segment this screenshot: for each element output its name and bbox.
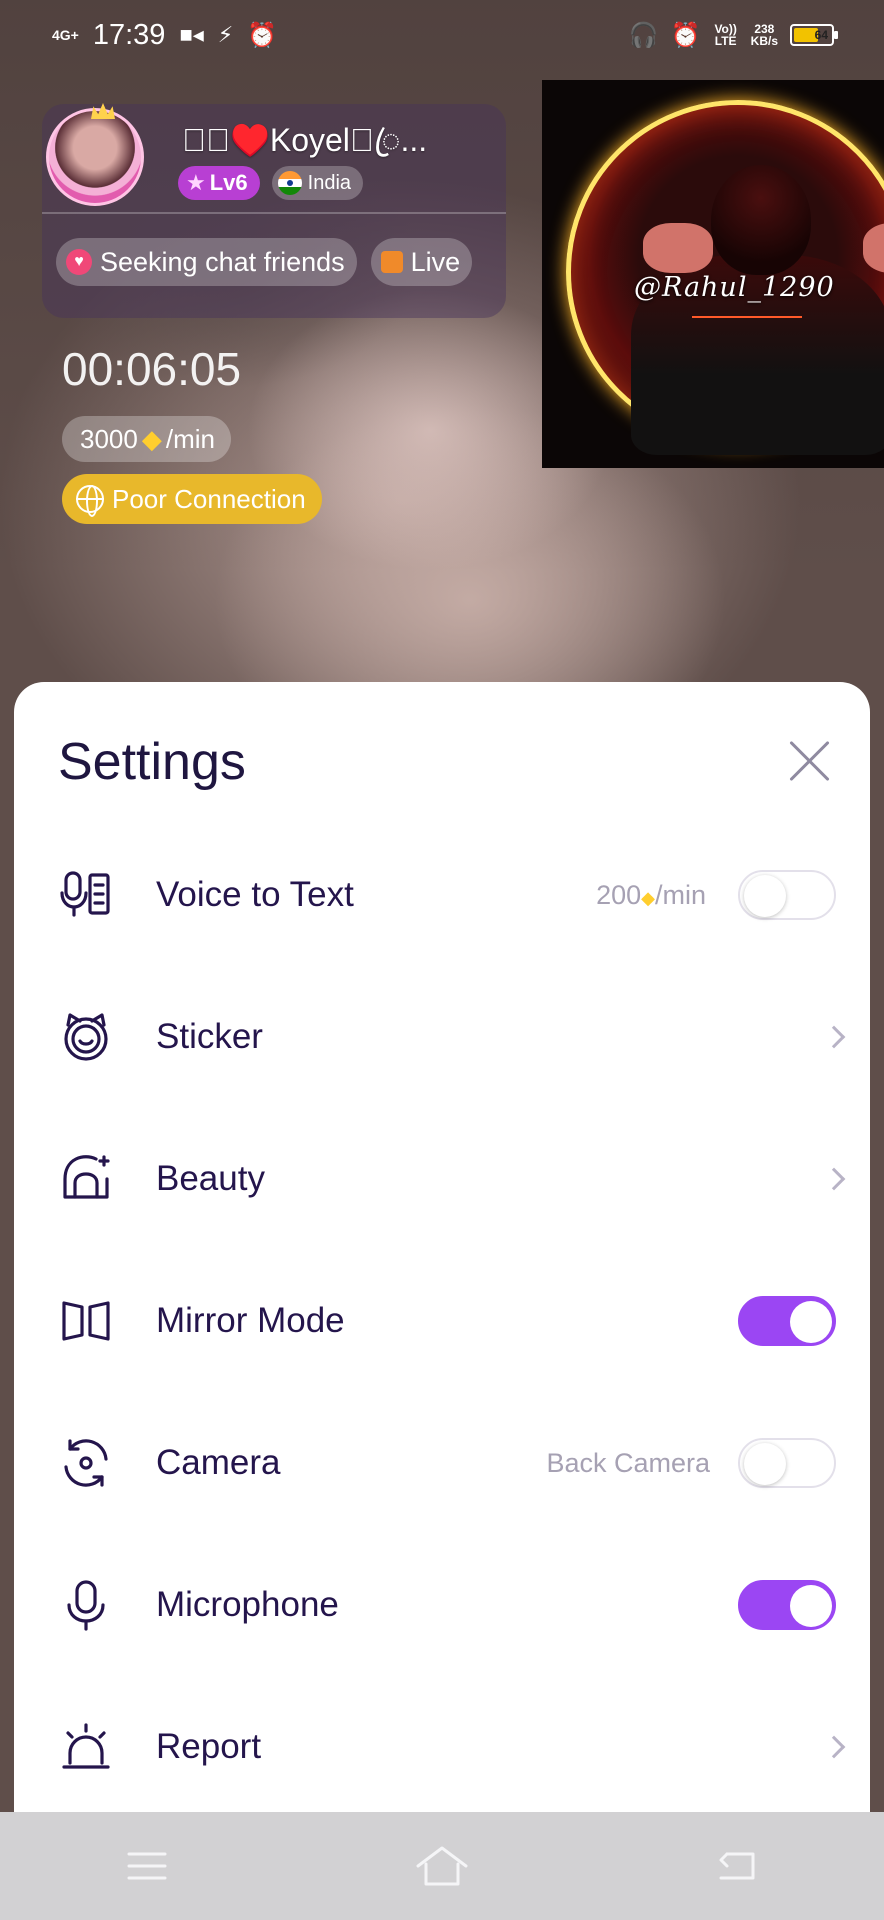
tag-label: Live — [410, 246, 461, 277]
settings-title: Settings — [58, 733, 246, 791]
caller-profile-card[interactable]: ꦿ⃝♥️Koyel⃝ꦿ... ★ Lv6 India ♥ Seeking cha… — [42, 103, 506, 318]
voice-to-text-price: 200◆/min — [596, 880, 706, 911]
row-label: Sticker — [156, 1017, 263, 1056]
country-label: India — [307, 171, 352, 194]
pip-underline — [692, 316, 802, 318]
row-label: Voice to Text — [156, 875, 354, 914]
mirror-icon — [60, 1295, 112, 1347]
menu-icon[interactable] — [117, 1836, 177, 1896]
row-label: Microphone — [156, 1585, 339, 1624]
row-label: Report — [156, 1727, 262, 1766]
local-video-pip[interactable]: @Rahul_1290 — [542, 80, 884, 468]
crown-icon — [91, 103, 115, 119]
volte-indicator: Vo)) LTE — [714, 22, 737, 48]
network-type: 4G+ — [52, 27, 79, 43]
camera-selection: Back Camera — [546, 1447, 710, 1478]
settings-row-camera[interactable]: Camera Back Camera — [14, 1392, 870, 1534]
diamond-icon: ◆ — [641, 887, 655, 908]
settings-row-microphone[interactable]: Microphone — [14, 1534, 870, 1676]
headphones-icon: 🎧 — [628, 21, 659, 49]
sticker-icon — [60, 1011, 112, 1063]
level-badge: ★ Lv6 — [178, 166, 260, 200]
tag-live: Live — [370, 238, 473, 286]
row-label: Mirror Mode — [156, 1301, 345, 1340]
back-icon[interactable] — [707, 1836, 767, 1896]
live-icon — [380, 251, 403, 273]
country-badge: India — [271, 166, 364, 200]
diamond-icon: ◆ — [141, 423, 162, 454]
home-icon[interactable] — [412, 1836, 472, 1896]
caller-tags: ♥ Seeking chat friends Live — [56, 238, 496, 286]
price-unit: /min — [654, 879, 706, 910]
camera-switch-icon — [60, 1437, 112, 1489]
flash-icon: ⚡ — [217, 22, 234, 47]
camera-toggle[interactable] — [738, 1438, 836, 1488]
chevron-right-icon — [822, 1735, 846, 1759]
chevron-right-icon — [822, 1167, 846, 1191]
india-flag-icon — [277, 171, 302, 195]
globe-icon — [76, 485, 104, 517]
card-divider — [42, 212, 506, 214]
network-speed: 238 KB/s — [751, 23, 778, 47]
caller-badges: ★ Lv6 India — [178, 166, 364, 200]
tag-seeking-chat-friends: ♥ Seeking chat friends — [56, 238, 357, 286]
price-value: 200 — [596, 879, 642, 910]
caller-avatar[interactable] — [46, 103, 144, 206]
settings-row-mirror-mode[interactable]: Mirror Mode — [14, 1250, 870, 1392]
rate-unit: /min — [165, 423, 215, 454]
system-navigation-bar — [0, 1812, 884, 1920]
voice-to-text-icon — [60, 869, 112, 921]
toggle-knob — [744, 875, 786, 917]
row-label: Beauty — [156, 1159, 265, 1198]
tag-label: Seeking chat friends — [100, 246, 345, 277]
pip-handle-text: @Rahul_1290 — [634, 272, 835, 303]
close-icon[interactable] — [786, 738, 832, 784]
microphone-icon — [60, 1579, 112, 1631]
battery-icon: 64 — [790, 24, 838, 46]
settings-row-report[interactable]: Report — [14, 1676, 870, 1818]
chevron-right-icon — [822, 1025, 846, 1049]
connection-status-badge: Poor Connection — [62, 474, 322, 524]
call-rate: 3000 ◆ /min — [62, 416, 231, 462]
figure-hand-right — [863, 223, 884, 273]
star-icon: ★ — [186, 170, 206, 195]
toggle-knob — [790, 1301, 832, 1343]
row-label: Camera — [156, 1443, 281, 1482]
toggle-knob — [790, 1585, 832, 1627]
settings-row-voice-to-text[interactable]: Voice to Text 200◆/min — [14, 824, 870, 966]
rate-value: 3000 — [80, 423, 138, 454]
level-label: Lv6 — [209, 170, 248, 195]
mirror-mode-toggle[interactable] — [738, 1296, 836, 1346]
call-timer: 00:06:05 — [62, 343, 242, 395]
network-speed-unit: KB/s — [750, 34, 778, 48]
figure-hand-left — [643, 223, 713, 273]
status-bar: 4G+ 17:39 ■◂ ⚡ ⏰ 🎧 ⏰ Vo)) LTE 238 KB/s 6… — [0, 0, 884, 70]
alarm-icon: ⏰ — [247, 21, 278, 49]
battery-level: 64 — [814, 28, 828, 42]
status-time: 17:39 — [92, 18, 166, 51]
figure-head — [711, 165, 811, 275]
heart-icon: ♥ — [66, 249, 92, 275]
voice-to-text-toggle[interactable] — [738, 870, 836, 920]
video-icon: ■◂ — [179, 22, 204, 47]
report-alarm-icon — [60, 1721, 112, 1773]
settings-sheet: Settings Voice to Text 200◆/min Sticker … — [14, 682, 870, 1812]
connection-status-label: Poor Connection — [112, 483, 306, 514]
alarm-icon: ⏰ — [670, 21, 701, 49]
beauty-icon — [60, 1153, 112, 1205]
settings-row-beauty[interactable]: Beauty — [14, 1108, 870, 1250]
microphone-toggle[interactable] — [738, 1580, 836, 1630]
settings-row-sticker[interactable]: Sticker — [14, 966, 870, 1108]
toggle-knob — [744, 1443, 786, 1485]
